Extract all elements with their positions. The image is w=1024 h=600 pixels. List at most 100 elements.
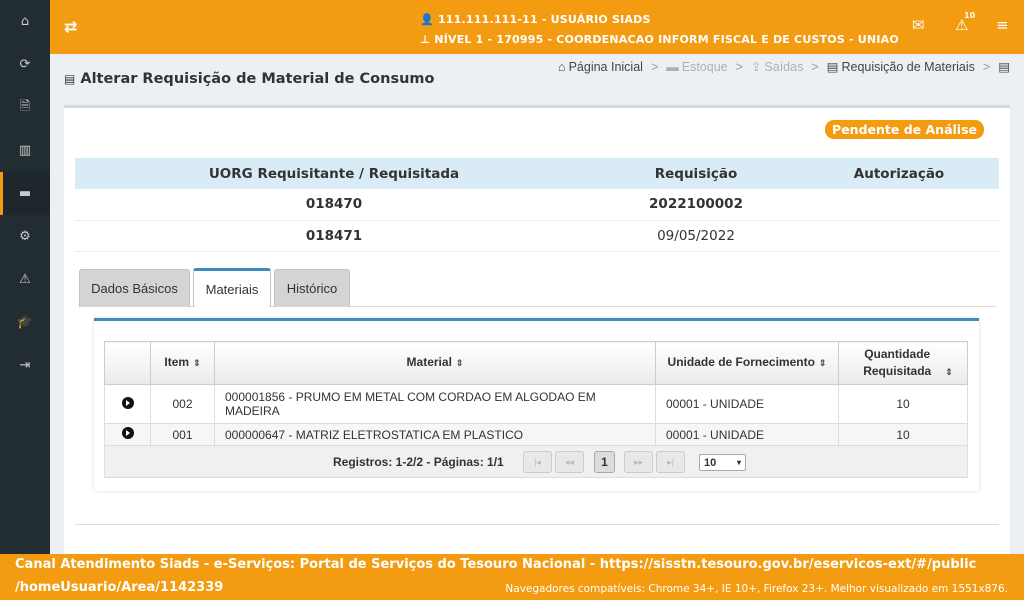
row-item: 002: [150, 384, 215, 424]
sidebar-item-warning[interactable]: ⚠: [0, 258, 50, 301]
warning-icon: ⚠: [19, 272, 31, 287]
play-circle-icon[interactable]: [121, 396, 134, 409]
last-page-button[interactable]: ▸|: [656, 451, 685, 473]
breadcrumb: ⌂ Página Inicial > ▬ Estoque > ⇪ Saídas …: [558, 59, 1010, 75]
sort-icon: ⇕: [193, 358, 201, 368]
grid-header-material-label: Material: [406, 355, 452, 369]
user-name: 111.111.111-11 - USUÁRIO SIADS: [437, 13, 651, 26]
materials-grid: Item ⇕ Material ⇕ Unidade de Fornecimento ⇕…: [104, 341, 968, 446]
page-size-value: 10: [704, 456, 717, 469]
sidebar-item-sign-in[interactable]: ⇥: [0, 344, 50, 387]
page-title: ▤ Alterar Requisição de Material de Cons…: [64, 71, 434, 87]
grid-header-item[interactable]: Item ⇕: [150, 341, 215, 385]
info-header-autorizacao: Autorização: [799, 158, 999, 189]
table-row[interactable]: 001 000000647 - MATRIZ ELETROSTATICA EM …: [104, 423, 968, 446]
footer: Canal Atendimento Siads - e-Serviços: Po…: [0, 554, 1024, 600]
row-unidade: 00001 - UNIDADE: [655, 384, 839, 424]
content-box: Pendente de Análise UORG Requisitante / …: [64, 105, 1010, 565]
breadcrumb-estoque-icon: ▬: [666, 59, 679, 74]
prev-page-button[interactable]: ◂◂: [555, 451, 584, 473]
alert-warning-icon[interactable]: ⚠: [955, 16, 968, 34]
grid-header-unidade[interactable]: Unidade de Fornecimento ⇕: [655, 341, 839, 385]
sidebar-item-barcode[interactable]: ▥: [0, 129, 50, 172]
row-action[interactable]: [104, 423, 151, 446]
breadcrumb-current-icon: ▤: [998, 60, 1010, 74]
sort-icon: ⇕: [945, 366, 953, 377]
user-level: NÍVEL 1 - 170995 - COORDENACAO INFORM FI…: [434, 33, 899, 46]
sidebar: ⌂ ⟳ 🗎 ▥ ▬ ⚙ ⚠ 🎓 ⇥: [0, 0, 50, 554]
records-info: Registros: 1-2/2 - Páginas: 1/1: [333, 455, 504, 469]
pagination-bar: Registros: 1-2/2 - Páginas: 1/1 |◂ ◂◂ 1 …: [104, 446, 968, 478]
sidebar-item-archive[interactable]: ▬: [0, 172, 50, 215]
tabs-bar: Dados Básicos Materiais Histórico: [79, 268, 996, 307]
row-quantidade: 10: [838, 423, 968, 446]
uorg-requisitada: 018471: [75, 220, 593, 252]
page-title-text: Alterar Requisição de Material de Consum…: [80, 71, 435, 87]
requisicao-data: 09/05/2022: [593, 220, 799, 252]
archive-icon: ▬: [18, 186, 32, 201]
row-material: 000000647 - MATRIZ ELETROSTATICA EM PLAS…: [214, 423, 656, 446]
autorizacao-empty: [799, 189, 999, 221]
chevron-down-icon: ▾: [736, 458, 741, 467]
row-quantidade: 10: [838, 384, 968, 424]
file-icon: 🗎: [19, 98, 31, 114]
row-action[interactable]: [104, 384, 151, 424]
table-row[interactable]: 002 000001856 - PRUMO EM METAL COM CORDA…: [104, 384, 968, 424]
home-icon: ⌂: [20, 14, 30, 29]
sidebar-item-cogs[interactable]: ⚙: [0, 215, 50, 258]
row-item: 001: [150, 423, 215, 446]
user-info: 👤 111.111.111-11 - USUÁRIO SIADS ⊥ NÍVEL…: [420, 10, 899, 50]
graduation-icon: 🎓: [16, 315, 34, 330]
next-page-button[interactable]: ▸▸: [624, 451, 653, 473]
barcode-icon: ▥: [18, 143, 32, 158]
breadcrumb-separator: >: [650, 59, 659, 74]
sidebar-toggle-icon[interactable]: ⇄: [64, 17, 77, 36]
footer-browsers: Navegadores compatíveis: Chrome 34+, IE …: [505, 583, 1008, 595]
menu-icon[interactable]: ≡: [996, 16, 1009, 34]
breadcrumb-requisicao-icon: ▤: [826, 60, 839, 74]
sidebar-item-home[interactable]: ⌂: [0, 0, 50, 43]
sidebar-item-file[interactable]: 🗎: [0, 86, 50, 129]
first-page-button[interactable]: |◂: [523, 451, 552, 473]
refresh-icon: ⟳: [19, 57, 31, 72]
grid-header-item-label: Item: [164, 355, 190, 369]
requisition-info-table: UORG Requisitante / Requisitada Requisiç…: [75, 158, 999, 252]
user-icon: 👤: [420, 13, 434, 26]
breadcrumb-home[interactable]: Página Inicial: [569, 60, 643, 74]
footer-line-2: /homeUsuario/Area/1142339: [15, 580, 224, 595]
sidebar-item-graduation[interactable]: 🎓: [0, 301, 50, 344]
page-size-select[interactable]: 10 ▾: [699, 454, 746, 471]
breadcrumb-saidas-icon: ⇪: [750, 60, 762, 74]
tab-dados-basicos[interactable]: Dados Básicos: [79, 269, 190, 307]
breadcrumb-separator: >: [982, 59, 991, 74]
document-icon: ▤: [64, 72, 76, 86]
box-divider: [75, 524, 999, 525]
envelope-icon[interactable]: ✉: [912, 16, 925, 34]
grid-header-quantidade[interactable]: Quantidade Requisitada ⇕: [838, 341, 968, 385]
info-header-requisicao: Requisição: [593, 158, 799, 189]
play-circle-icon[interactable]: [121, 427, 134, 439]
grid-header-material[interactable]: Material ⇕: [214, 341, 656, 385]
tab-historico[interactable]: Histórico: [274, 269, 350, 307]
sign-in-icon: ⇥: [19, 358, 31, 373]
breadcrumb-requisicao[interactable]: Requisição de Materiais: [841, 60, 974, 74]
breadcrumb-separator: >: [735, 59, 743, 74]
breadcrumb-saidas: Saídas: [764, 59, 804, 74]
tab-materiais[interactable]: Materiais: [193, 268, 271, 307]
row-unidade: 00001 - UNIDADE: [655, 423, 839, 446]
cogs-icon: ⚙: [19, 229, 31, 244]
breadcrumb-separator: >: [811, 59, 819, 74]
sitemap-icon: ⊥: [420, 33, 431, 46]
grid-header-action: [104, 341, 151, 385]
status-badge: Pendente de Análise: [825, 120, 984, 139]
autorizacao-empty-2: [799, 220, 999, 252]
sidebar-item-refresh[interactable]: ⟳: [0, 43, 50, 86]
current-page-button[interactable]: 1: [594, 451, 615, 473]
info-header-uorg: UORG Requisitante / Requisitada: [75, 158, 593, 189]
breadcrumb-home-icon: ⌂: [558, 59, 566, 74]
materials-panel: Item ⇕ Material ⇕ Unidade de Fornecimento ⇕…: [94, 318, 979, 491]
grid-header-quantidade-label: Quantidade Requisitada: [863, 346, 932, 378]
sort-icon: ⇕: [455, 358, 464, 368]
grid-header-unidade-label: Unidade de Fornecimento: [667, 355, 815, 369]
top-header: ⇄ 👤 111.111.111-11 - USUÁRIO SIADS ⊥ NÍV…: [50, 0, 1024, 54]
